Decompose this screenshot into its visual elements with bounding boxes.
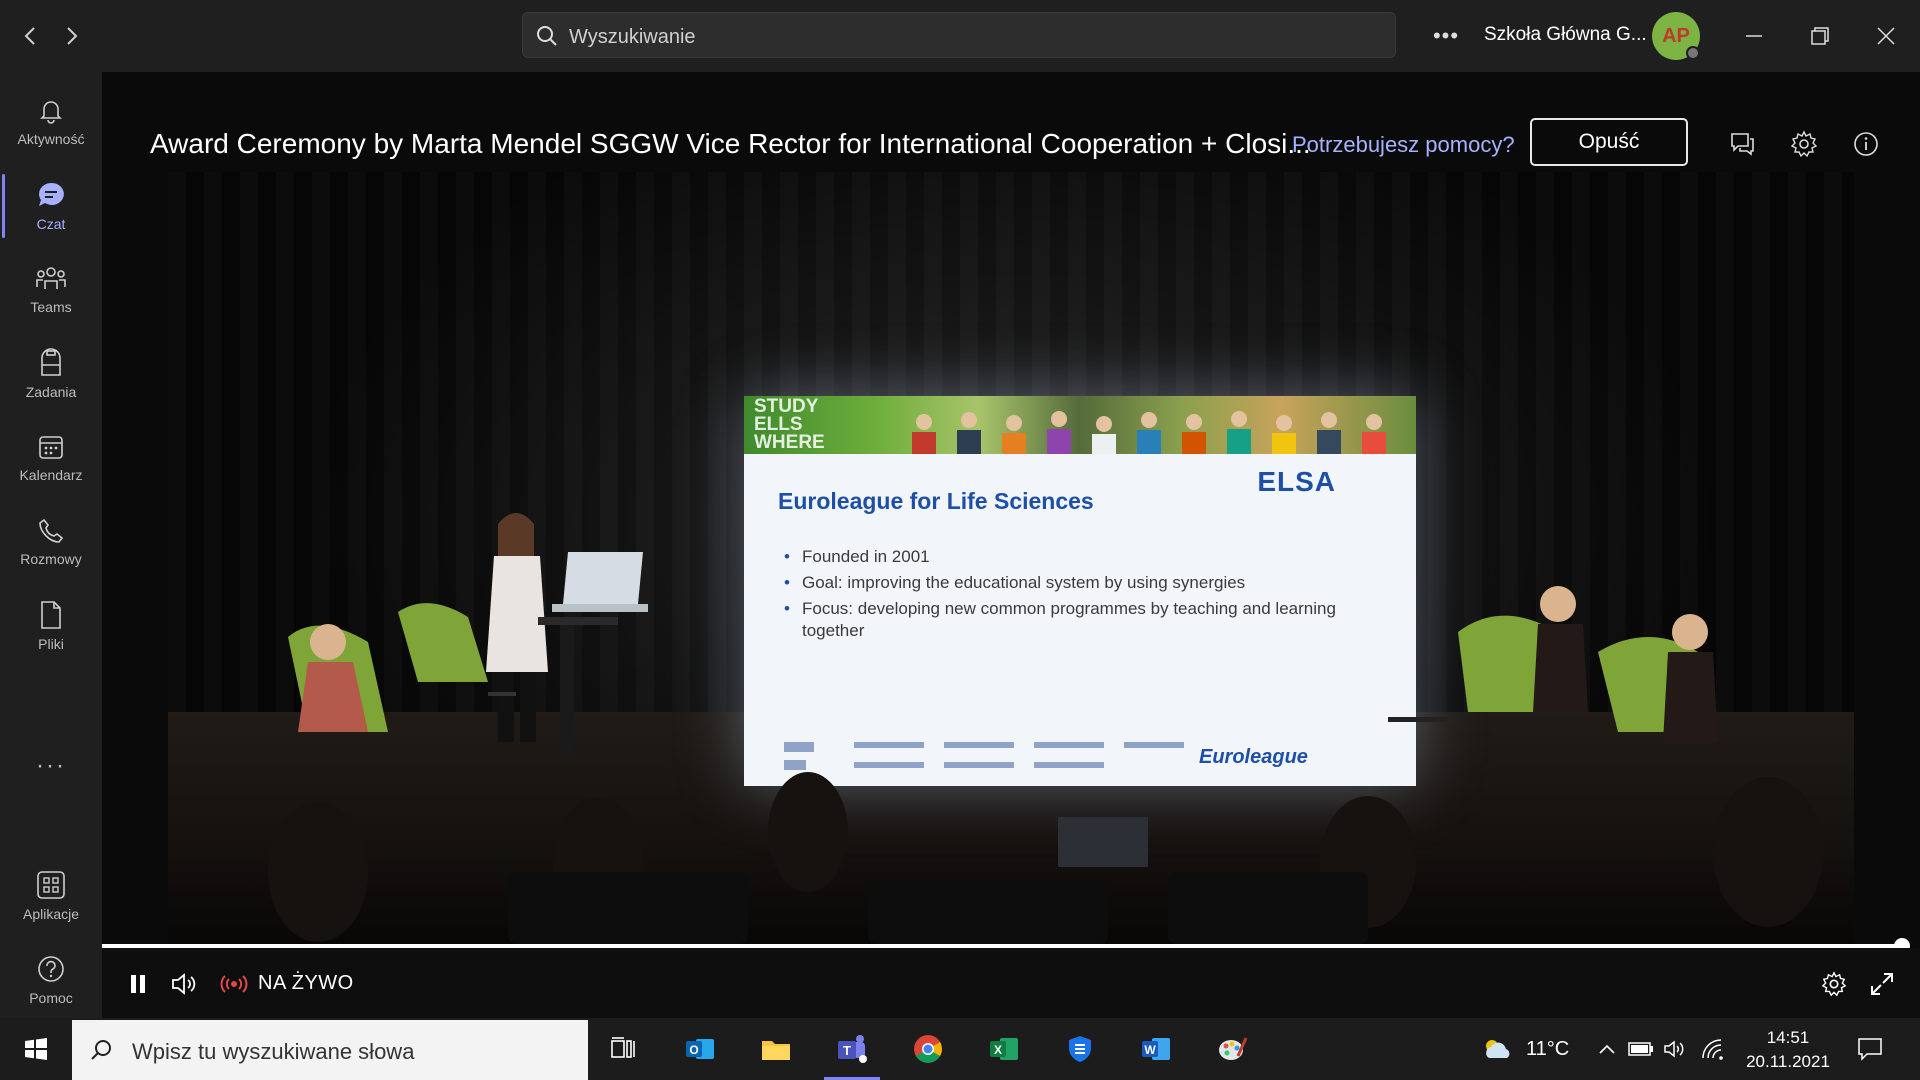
windows-taskbar: Wpisz tu wyszukiwane słowa O T X W 11°C xyxy=(0,1018,1920,1080)
chat-icon xyxy=(39,182,64,206)
volume-icon[interactable] xyxy=(168,968,200,1000)
more-apps-icon[interactable]: ··· xyxy=(0,752,102,780)
clock-time: 14:51 xyxy=(1766,1028,1810,1047)
live-broadcast-icon xyxy=(218,968,250,1000)
presence-status-icon xyxy=(1686,46,1700,60)
rail-item-calls[interactable]: Rozmowy xyxy=(0,500,102,584)
rail-item-calendar[interactable]: Kalendarz xyxy=(0,416,102,500)
rail-label: Pomoc xyxy=(29,990,73,1006)
word-icon[interactable]: W xyxy=(1120,1018,1192,1080)
lectern xyxy=(538,552,648,755)
presenter-figure xyxy=(486,513,548,742)
rail-label: Zadania xyxy=(25,384,77,400)
rail-item-assignments[interactable]: Zadania xyxy=(0,332,102,416)
video-stream[interactable]: STUDY ELLS WHERE ELSA Euroleague for Lif… xyxy=(168,172,1854,944)
rail-item-apps[interactable]: Aplikacje xyxy=(0,854,102,938)
rail-item-activity[interactable]: Aktywność xyxy=(0,80,102,164)
forward-arrow-icon[interactable] xyxy=(54,18,90,54)
settings-gear-icon[interactable] xyxy=(1788,128,1820,160)
audience-laptop xyxy=(1058,817,1148,867)
teams-icon xyxy=(36,267,66,289)
battery-icon[interactable] xyxy=(1628,1036,1654,1062)
event-title: Award Ceremony by Marta Mendel SGGW Vice… xyxy=(150,128,1311,159)
phone-icon xyxy=(39,518,64,543)
apps-icon xyxy=(37,871,65,899)
rail-item-files[interactable]: Pliki xyxy=(0,584,102,668)
taskbar-search-input[interactable]: Wpisz tu wyszukiwane słowa xyxy=(72,1020,588,1080)
stage-scene xyxy=(268,513,1823,944)
rail-item-help[interactable]: Pomoc xyxy=(0,938,102,1022)
qna-icon[interactable] xyxy=(1726,128,1758,160)
audience-seats xyxy=(508,872,1368,944)
live-event-view: Award Ceremony by Marta Mendel SGGW Vice… xyxy=(102,72,1920,1018)
notification-center-icon[interactable] xyxy=(1852,1034,1888,1064)
calendar-icon xyxy=(39,436,63,459)
avatar-initials: AP xyxy=(1662,24,1690,47)
svg-text:O: O xyxy=(689,1043,698,1057)
chevron-up-icon[interactable] xyxy=(1594,1036,1620,1062)
outlook-icon[interactable]: O xyxy=(664,1018,736,1080)
help-icon xyxy=(38,956,64,982)
file-explorer-icon[interactable] xyxy=(740,1018,812,1080)
windows-start-icon[interactable] xyxy=(0,1018,72,1080)
rail-label: Czat xyxy=(36,216,66,232)
more-options-icon[interactable]: ••• xyxy=(1428,20,1464,52)
taskbar-search-placeholder: Wpisz tu wyszukiwane słowa xyxy=(132,1039,415,1064)
weather-temperature[interactable]: 11°C xyxy=(1526,1038,1569,1061)
player-controls: NA ŻYWO xyxy=(102,948,1920,1018)
rail-label: Teams xyxy=(30,299,72,315)
search-input[interactable]: Wyszukiwanie xyxy=(522,12,1396,58)
info-icon[interactable] xyxy=(1850,128,1882,160)
system-clock[interactable]: 14:51 20.11.2021 xyxy=(1740,1026,1836,1074)
speaker-icon[interactable] xyxy=(1662,1036,1688,1062)
chrome-icon[interactable] xyxy=(892,1018,964,1080)
organization-name[interactable]: Szkoła Główna G... xyxy=(1484,24,1647,46)
title-bar: Wyszukiwanie ••• Szkoła Główna G... AP xyxy=(0,0,1920,72)
paint-icon[interactable] xyxy=(1196,1018,1268,1080)
teams-app-icon[interactable]: T xyxy=(816,1018,888,1080)
back-arrow-icon[interactable] xyxy=(12,18,48,54)
app-rail: Aktywność Czat Teams Zadania Kalendarz R… xyxy=(0,72,102,1018)
fullscreen-icon[interactable] xyxy=(1866,968,1898,1000)
help-link[interactable]: Potrzebujesz pomocy? xyxy=(1292,132,1515,158)
live-label: NA ŻYWO xyxy=(258,972,354,994)
left-panel xyxy=(288,603,516,732)
rail-label: Aktywność xyxy=(17,131,85,147)
rail-label: Kalendarz xyxy=(19,467,83,483)
rail-label: Pliki xyxy=(38,636,64,652)
rail-item-teams[interactable]: Teams xyxy=(0,248,102,332)
minimize-icon[interactable] xyxy=(1734,18,1774,54)
pause-icon[interactable] xyxy=(122,968,154,1000)
event-header: Award Ceremony by Marta Mendel SGGW Vice… xyxy=(102,72,1920,172)
player-settings-icon[interactable] xyxy=(1818,968,1850,1000)
file-icon xyxy=(41,601,61,629)
svg-text:T: T xyxy=(843,1043,851,1058)
rail-label: Rozmowy xyxy=(20,551,82,567)
restore-icon[interactable] xyxy=(1800,18,1840,54)
search-placeholder: Wyszukiwanie xyxy=(569,26,696,48)
assignments-icon xyxy=(41,348,61,376)
bell-icon xyxy=(40,101,62,124)
rail-item-chat[interactable]: Czat xyxy=(0,164,102,248)
task-view-icon[interactable] xyxy=(588,1018,660,1080)
close-icon[interactable] xyxy=(1866,18,1906,54)
search-icon xyxy=(90,1038,114,1067)
weather-cloud-icon[interactable] xyxy=(1480,1036,1516,1062)
leave-button[interactable]: Opuść xyxy=(1530,118,1688,166)
rail-label: Aplikacje xyxy=(22,906,80,922)
svg-text:X: X xyxy=(994,1043,1002,1057)
search-icon xyxy=(535,24,559,53)
svg-text:W: W xyxy=(1144,1043,1156,1057)
clock-date: 20.11.2021 xyxy=(1746,1052,1830,1071)
security-shield-icon[interactable] xyxy=(1044,1018,1116,1080)
network-icon[interactable] xyxy=(1700,1036,1726,1062)
right-panel xyxy=(1388,586,1718,742)
excel-icon[interactable]: X xyxy=(968,1018,1040,1080)
